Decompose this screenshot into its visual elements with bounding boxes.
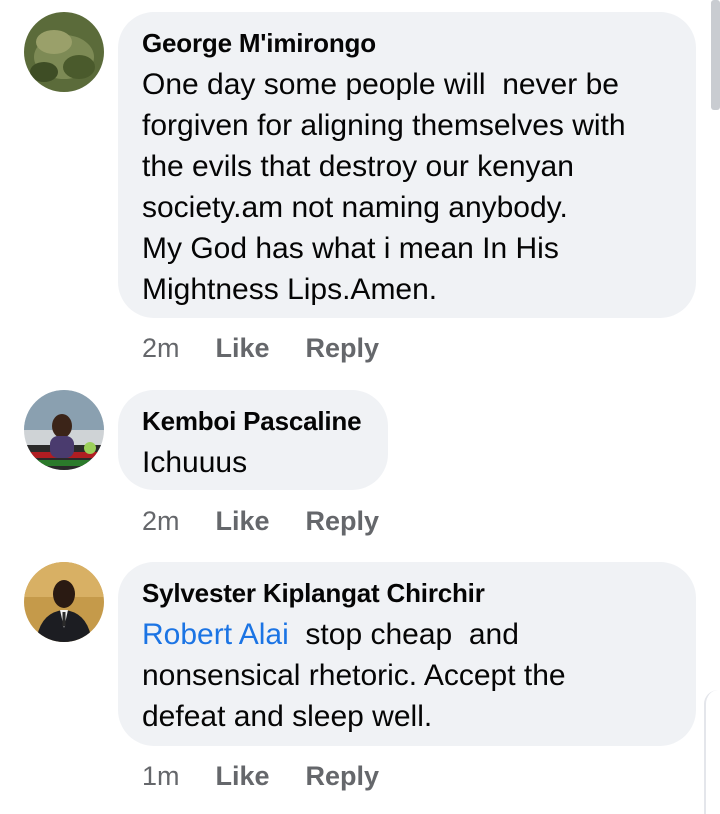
- avatar[interactable]: [24, 12, 104, 92]
- comment-bubble: Kemboi Pascaline Ichuuus: [118, 390, 388, 490]
- comment-bubble: George M'imirongo One day some people wi…: [118, 12, 696, 318]
- like-button[interactable]: Like: [216, 333, 270, 363]
- like-button[interactable]: Like: [216, 761, 270, 791]
- avatar-image: [24, 562, 104, 642]
- comment-timestamp[interactable]: 2m: [142, 506, 180, 536]
- reply-button[interactable]: Reply: [306, 333, 380, 363]
- comment-timestamp[interactable]: 2m: [142, 333, 180, 363]
- mention-link[interactable]: Robert Alai: [142, 618, 289, 651]
- comment-actions: 2m Like Reply: [142, 506, 415, 536]
- reply-button[interactable]: Reply: [306, 761, 380, 791]
- comment-author[interactable]: Sylvester Kiplangat Chirchir: [142, 578, 672, 608]
- avatar[interactable]: [24, 562, 104, 642]
- scrollbar[interactable]: [711, 0, 720, 110]
- comment-text: Robert Alai stop cheap and nonsensical r…: [142, 614, 672, 737]
- comment-actions: 1m Like Reply: [142, 761, 415, 791]
- like-button[interactable]: Like: [216, 506, 270, 536]
- comment-timestamp[interactable]: 1m: [142, 761, 180, 791]
- avatar-image: [24, 390, 104, 470]
- avatar[interactable]: [24, 390, 104, 470]
- comment-author[interactable]: Kemboi Pascaline: [142, 406, 364, 436]
- side-panel-edge: [704, 690, 720, 814]
- comment-text: Ichuuus: [142, 446, 248, 479]
- comment-bubble: Sylvester Kiplangat Chirchir Robert Alai…: [118, 562, 696, 746]
- comment-actions: 2m Like Reply: [142, 333, 415, 363]
- comment-author[interactable]: George M'imirongo: [142, 28, 672, 58]
- avatar-image: [24, 12, 104, 92]
- comment-text: One day some people will never be forgiv…: [142, 68, 626, 306]
- reply-button[interactable]: Reply: [306, 506, 380, 536]
